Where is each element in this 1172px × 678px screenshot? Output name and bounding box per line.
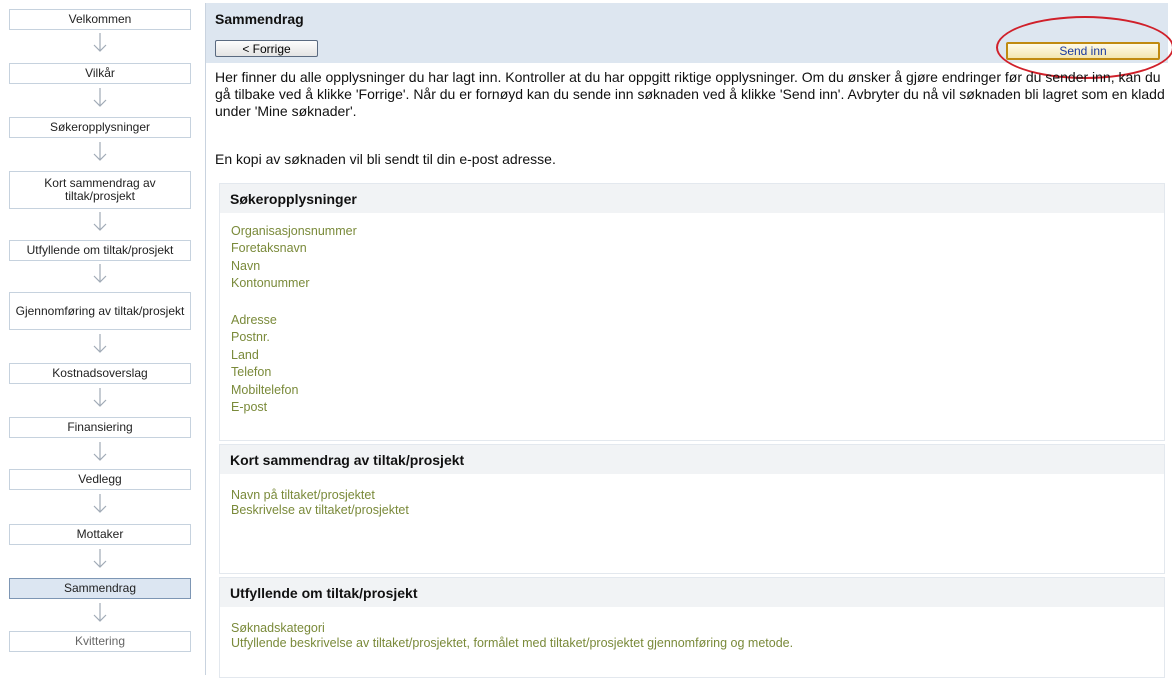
- arrow-down-icon: [90, 332, 110, 356]
- field-label: Utfyllende beskrivelse av tiltaket/prosj…: [231, 636, 794, 650]
- wizard-sidebar: Velkommen Vilkår Søkeropplysninger Kort …: [0, 0, 200, 675]
- copy-note: En kopi av søknaden vil bli sendt til di…: [215, 151, 556, 167]
- arrow-down-icon: [90, 262, 110, 286]
- field-label: Søknadskategori: [231, 621, 325, 635]
- arrow-down-icon: [90, 492, 110, 516]
- field-label: Beskrivelse av tiltaket/prosjektet: [231, 503, 409, 517]
- step-velkommen[interactable]: Velkommen: [9, 9, 191, 30]
- step-vedlegg[interactable]: Vedlegg: [9, 469, 191, 490]
- step-finansiering[interactable]: Finansiering: [9, 417, 191, 438]
- field-label: Foretaksnavn: [231, 241, 307, 255]
- section-title: Utfyllende om tiltak/prosjekt: [220, 578, 1164, 607]
- page-title: Sammendrag: [215, 11, 304, 27]
- step-utfyllende[interactable]: Utfyllende om tiltak/prosjekt: [9, 240, 191, 261]
- field-label: Navn: [231, 259, 261, 273]
- field-label: Organisasjonsnummer: [231, 224, 357, 238]
- step-kort-sammendrag[interactable]: Kort sammendrag av tiltak/prosjekt: [9, 171, 191, 209]
- field-label: Mobiltelefon: [231, 383, 299, 397]
- arrow-down-icon: [90, 547, 110, 571]
- arrow-down-icon: [90, 86, 110, 110]
- step-kostnadsoverslag[interactable]: Kostnadsoverslag: [9, 363, 191, 384]
- step-mottaker[interactable]: Mottaker: [9, 524, 191, 545]
- field-label: E-post: [231, 400, 268, 414]
- previous-button[interactable]: < Forrige: [215, 40, 318, 57]
- step-gjennomforing[interactable]: Gjennomføring av tiltak/prosjekt: [9, 292, 191, 330]
- step-kvittering: Kvittering: [9, 631, 191, 652]
- arrow-down-icon: [90, 140, 110, 164]
- field-label: Adresse: [231, 313, 277, 327]
- send-button[interactable]: Send inn: [1006, 42, 1160, 60]
- field-label: Navn på tiltaket/prosjektet: [231, 488, 375, 502]
- field-label: Kontonummer: [231, 276, 310, 290]
- step-vilkar[interactable]: Vilkår: [9, 63, 191, 84]
- arrow-down-icon: [90, 601, 110, 625]
- intro-text: Her finner du alle opplysninger du har l…: [215, 69, 1165, 119]
- field-label: Land: [231, 348, 259, 362]
- section-title: Kort sammendrag av tiltak/prosjekt: [220, 445, 1164, 474]
- main-content: Sammendrag < Forrige Send inn Her finner…: [205, 3, 1172, 678]
- step-sammendrag[interactable]: Sammendrag: [9, 578, 191, 599]
- page-header: Sammendrag < Forrige Send inn: [206, 3, 1172, 79]
- arrow-down-icon: [90, 440, 110, 464]
- arrow-down-icon: [90, 31, 110, 55]
- arrow-down-icon: [90, 210, 110, 234]
- section-sokeropplysninger: Søkeropplysninger Organisasjonsnummer Fo…: [219, 183, 1165, 441]
- field-label: Postnr.: [231, 330, 270, 344]
- section-utfyllende: Utfyllende om tiltak/prosjekt Søknadskat…: [219, 577, 1165, 678]
- arrow-down-icon: [90, 386, 110, 410]
- field-label: Telefon: [231, 365, 272, 379]
- section-kort-sammendrag: Kort sammendrag av tiltak/prosjekt Navn …: [219, 444, 1165, 574]
- step-sokeropplysninger[interactable]: Søkeropplysninger: [9, 117, 191, 138]
- section-title: Søkeropplysninger: [220, 184, 1164, 213]
